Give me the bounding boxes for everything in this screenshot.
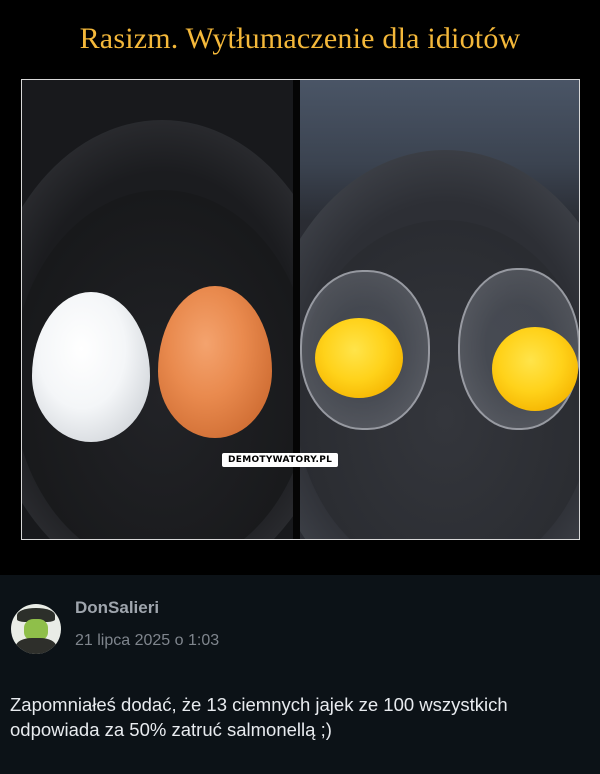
whole-eggs-panel [22,80,293,539]
yolk-left [315,318,403,398]
panel-divider [293,80,300,539]
poster-title: Rasizm. Wytłumaczenie dla idiotów [79,22,521,55]
avatar-coat [16,638,56,654]
user-avatar[interactable] [11,604,61,654]
site-watermark: DEMOTYWATORY.PL [222,453,339,467]
comment-username[interactable]: DonSalieri [75,598,159,618]
cracked-eggs-panel [300,80,579,539]
comment-date: 21 lipca 2025 o 1:03 [75,632,220,649]
comment-text: Zapomniałeś dodać, że 13 ciemnych jajek … [10,694,508,740]
poster-image[interactable] [21,79,580,540]
yolk-right [492,327,578,411]
demotivator-poster: Rasizm. Wytłumaczenie dla idiotów DEMOTY… [0,0,600,575]
